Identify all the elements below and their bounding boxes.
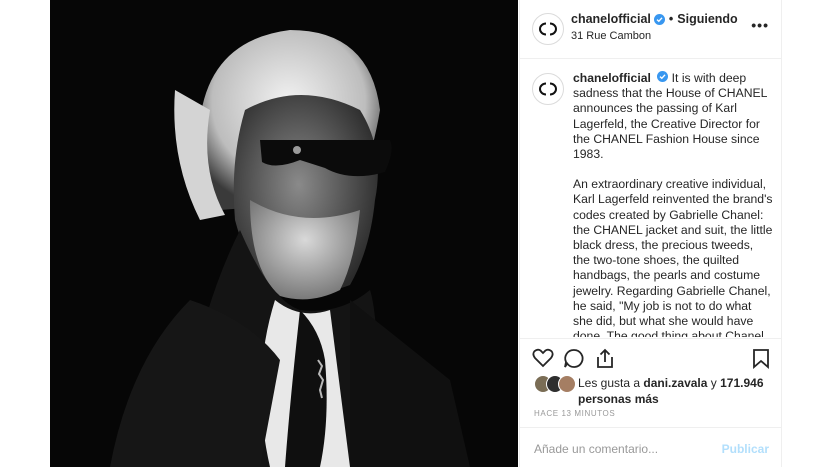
- caption-text: chanelofficial It is with deep sadness t…: [573, 71, 773, 337]
- following-button[interactable]: Siguiendo: [677, 12, 737, 26]
- caption-avatar[interactable]: [532, 73, 564, 105]
- post-header: chanelofficial • Siguiendo 31 Rue Cambon…: [520, 0, 781, 59]
- location-link[interactable]: 31 Rue Cambon: [571, 30, 651, 42]
- caption-username[interactable]: chanelofficial: [573, 71, 651, 85]
- portrait-image: [50, 0, 518, 467]
- comment-input[interactable]: Añade un comentario...: [534, 442, 658, 456]
- chanel-cc-icon: [539, 82, 557, 96]
- header-user-line: chanelofficial • Siguiendo: [571, 12, 738, 26]
- post-photo[interactable]: [50, 0, 518, 467]
- heart-icon[interactable]: [532, 348, 554, 368]
- share-icon[interactable]: [594, 348, 616, 369]
- comment-icon[interactable]: [563, 348, 585, 369]
- separator-dot: •: [668, 12, 674, 26]
- caption-paragraph-2: An extraordinary creative individual, Ka…: [573, 177, 773, 337]
- action-bar: [520, 338, 781, 377]
- liker-username[interactable]: dani.zavala: [643, 376, 707, 390]
- liker-avatars: [534, 374, 578, 394]
- chanel-cc-icon: [539, 22, 557, 36]
- caption-area: chanelofficial It is with deep sadness t…: [520, 59, 781, 337]
- verified-badge-icon: [657, 71, 669, 82]
- post-timestamp[interactable]: HACE 13 MINUTOS: [534, 409, 615, 418]
- likes-connector: y: [710, 376, 717, 390]
- avatar[interactable]: [558, 375, 576, 393]
- likes-prefix: Les gusta a: [578, 376, 641, 390]
- chanel-logo-avatar[interactable]: [532, 13, 564, 45]
- bookmark-icon[interactable]: [752, 348, 770, 369]
- likes-text: Les gusta a dani.zavala y 171.946 person…: [578, 375, 774, 407]
- more-options-icon[interactable]: •••: [751, 17, 769, 33]
- publish-button[interactable]: Publicar: [722, 442, 769, 456]
- header-username[interactable]: chanelofficial: [571, 12, 651, 26]
- comment-box: Añade un comentario... Publicar: [520, 427, 781, 468]
- verified-badge-icon: [653, 13, 665, 25]
- caption-paragraph-1: chanelofficial It is with deep sadness t…: [573, 71, 773, 162]
- post-side-panel: chanelofficial • Siguiendo 31 Rue Cambon…: [519, 0, 782, 467]
